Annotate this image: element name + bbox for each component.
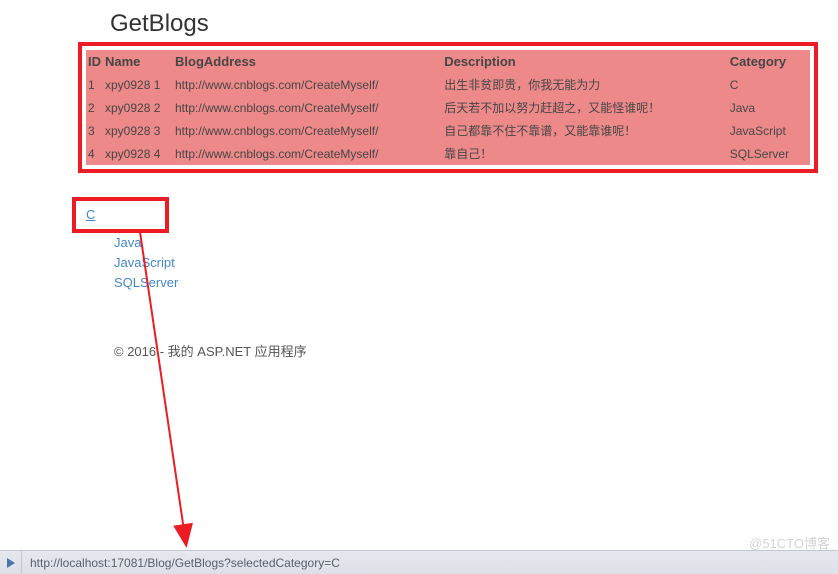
cell-address: http://www.cnblogs.com/CreateMyself/: [173, 96, 442, 119]
table-row: 2 xpy0928 2 http://www.cnblogs.com/Creat…: [86, 96, 810, 119]
cell-name: xpy0928 4: [103, 142, 173, 165]
table-row: 3 xpy0928 3 http://www.cnblogs.com/Creat…: [86, 119, 810, 142]
category-link-java[interactable]: Java: [114, 233, 838, 253]
cell-address: http://www.cnblogs.com/CreateMyself/: [173, 119, 442, 142]
cell-category: JavaScript: [728, 119, 810, 142]
cell-category: C: [728, 73, 810, 96]
cell-description: 靠自己！: [442, 142, 728, 165]
col-category: Category: [728, 50, 810, 73]
status-bar: http://localhost:17081/Blog/GetBlogs?sel…: [0, 550, 838, 574]
cell-name: xpy0928 1: [103, 73, 173, 96]
category-link-sqlserver[interactable]: SQLServer: [114, 273, 838, 293]
cell-address: http://www.cnblogs.com/CreateMyself/: [173, 142, 442, 165]
cell-category: Java: [728, 96, 810, 119]
col-description: Description: [442, 50, 728, 73]
col-name: Name: [103, 50, 173, 73]
footer-text: © 2016 - 我的 ASP.NET 应用程序: [114, 341, 838, 360]
cell-id: 2: [86, 96, 103, 119]
table-row: 1 xpy0928 1 http://www.cnblogs.com/Creat…: [86, 73, 810, 96]
category-links: C Java JavaScript SQLServer: [114, 197, 838, 293]
col-address: BlogAddress: [173, 50, 442, 73]
cell-category: SQLServer: [728, 142, 810, 165]
status-url: http://localhost:17081/Blog/GetBlogs?sel…: [22, 556, 838, 570]
status-play-icon[interactable]: [0, 551, 22, 574]
table-row: 4 xpy0928 4 http://www.cnblogs.com/Creat…: [86, 142, 810, 165]
blogs-table: ID Name BlogAddress Description Category…: [86, 50, 810, 165]
cell-name: xpy0928 2: [103, 96, 173, 119]
cell-id: 4: [86, 142, 103, 165]
page-title: GetBlogs: [110, 10, 838, 38]
cell-id: 1: [86, 73, 103, 96]
cell-id: 3: [86, 119, 103, 142]
cell-address: http://www.cnblogs.com/CreateMyself/: [173, 73, 442, 96]
cell-name: xpy0928 3: [103, 119, 173, 142]
col-id: ID: [86, 50, 103, 73]
table-highlight-box: ID Name BlogAddress Description Category…: [78, 42, 818, 173]
category-link-c[interactable]: C: [86, 205, 95, 225]
cell-description: 出生非贫即贵，你我无能为力: [442, 73, 728, 96]
first-category-highlight-box: C: [72, 197, 169, 233]
category-link-javascript[interactable]: JavaScript: [114, 253, 838, 273]
cell-description: 后天若不加以努力赶超之，又能怪谁呢！: [442, 96, 728, 119]
cell-description: 自己都靠不住不靠谱，又能靠谁呢！: [442, 119, 728, 142]
